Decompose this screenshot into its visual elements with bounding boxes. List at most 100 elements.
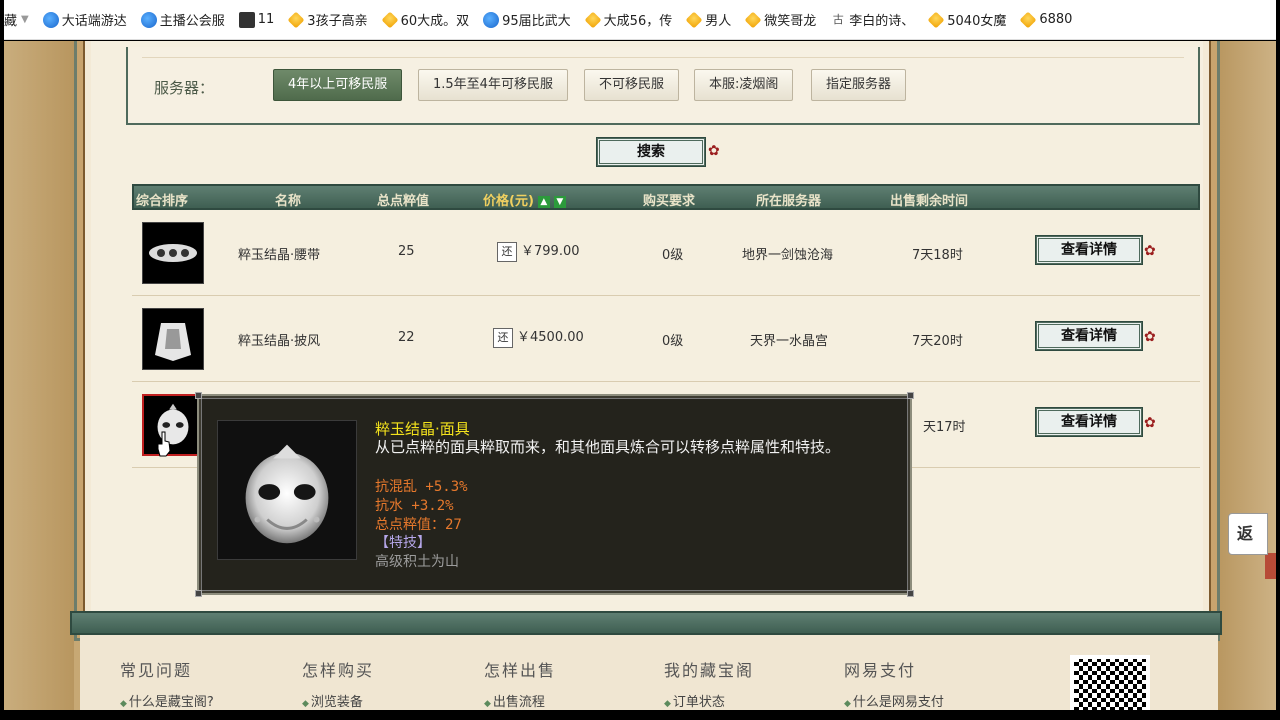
bookmarks-bar: 藏 ▼ 大话端游达 主播公会服 11 3孩子高亲 60大成。双 95届比武大 大成… [4, 0, 1276, 40]
item-requirement: 0级 [662, 248, 684, 263]
footer-link[interactable]: 订单状态 [664, 691, 754, 710]
item-server: 天界一水晶宫 [750, 334, 829, 349]
search-button[interactable]: 搜索 [597, 138, 705, 166]
bookmark-item[interactable]: 大话端游达 [42, 10, 127, 29]
bookmark-item[interactable]: 男人 [685, 10, 731, 29]
bookmark-item[interactable]: 大成56，传 [584, 10, 673, 29]
tooltip-stat: 抗混乱 +5.3% [375, 479, 468, 495]
footer-link[interactable]: 什么是藏宝阁? [120, 691, 214, 710]
bookmark-label: 大话端游达 [61, 14, 127, 29]
tooltip-title: 粹玉结晶·面具 [375, 420, 470, 438]
bookmark-label: 李白的诗、 [849, 14, 915, 29]
tooltip-stat: 抗水 +3.2% [375, 498, 454, 514]
view-details-button[interactable]: 查看详情 [1036, 322, 1142, 350]
tooltip-item-image [217, 420, 357, 560]
bookmark-label: 60大成。双 [400, 14, 470, 29]
item-thumbnail-mask[interactable] [142, 394, 204, 456]
star-icon [685, 11, 703, 28]
bookmark-label: 大成56，传 [603, 14, 673, 29]
star-icon [744, 11, 762, 28]
bookmark-item[interactable]: 5040女魔 [927, 10, 1007, 29]
bookmark-item[interactable]: 微笑哥龙 [744, 10, 817, 29]
item-name[interactable]: 粹玉结晶·腰带 [238, 244, 320, 263]
header-rank[interactable]: 综合排序 [136, 190, 188, 209]
header-price-label: 价格(元) [483, 194, 534, 209]
bookmark-label: 藏 [4, 14, 18, 29]
item-time-left: 7天20时 [912, 334, 963, 349]
server-option-1-5-to-4yr[interactable]: 1.5年至4年可移民服 [418, 69, 568, 101]
footer-heading: 怎样购买 [302, 661, 375, 680]
star-icon [287, 11, 305, 28]
footer-link[interactable]: 什么是网易支付 [844, 691, 944, 710]
footer-col-buy: 怎样购买 浏览装备 [302, 657, 374, 710]
bookmark-item[interactable]: 3孩子高亲 [287, 10, 368, 29]
bookmark-item[interactable]: 11 [238, 11, 274, 28]
star-icon [584, 11, 602, 28]
sort-up-icon[interactable]: ▲ [537, 195, 550, 208]
tooltip-skill-name: 高级积土为山 [375, 554, 459, 570]
left-background [4, 41, 74, 710]
item-server: 地界一剑蚀沧海 [742, 248, 834, 263]
footer-band [70, 611, 1222, 635]
tassel-icon: ✿ [1144, 415, 1156, 431]
item-thumbnail-belt[interactable] [142, 222, 204, 284]
bookmark-label: 6880 [1039, 12, 1073, 27]
e-browser-icon [42, 11, 59, 28]
seal-stamp [1265, 553, 1276, 579]
table-row: 粹玉结晶·披风 22 还 ￥4500.00 0级 天界一水晶宫 7天20时 查看详… [132, 296, 1200, 382]
bookmark-label: 5040女魔 [947, 14, 1007, 29]
item-points: 22 [398, 330, 415, 345]
tooltip-skill-header: 【特技】 [375, 535, 431, 551]
bookmark-label: 微笑哥龙 [764, 14, 817, 29]
qr-code-icon [1070, 655, 1150, 710]
bookmark-item[interactable]: 主播公会服 [140, 10, 225, 29]
table-header: 综合排序 名称 总点粹值 价格(元) ▲ ▼ 购买要求 所在服务器 出售剩余时间 [132, 184, 1200, 210]
server-option-current[interactable]: 本服:凌烟阁 [694, 69, 794, 101]
server-label: 服务器： [154, 79, 215, 97]
back-button[interactable]: 返 [1228, 513, 1268, 555]
view-details-button[interactable]: 查看详情 [1036, 408, 1142, 436]
item-price-value: ￥4500.00 [517, 330, 584, 345]
page: 服务器： 4年以上可移民服 1.5年至4年可移民服 不可移民服 本服:凌烟阁 指… [4, 41, 1276, 710]
item-time-left: 天17时 [923, 420, 966, 435]
sort-down-icon[interactable]: ▼ [553, 195, 566, 208]
footer-heading: 我的藏宝阁 [664, 661, 755, 680]
screen-edge [0, 710, 1280, 720]
header-points[interactable]: 总点粹值 [377, 190, 429, 209]
bookmark-item[interactable]: 古李白的诗、 [830, 10, 914, 29]
tassel-icon: ✿ [708, 143, 720, 159]
bookmark-label: 3孩子高亲 [307, 14, 368, 29]
item-thumbnail-cape[interactable] [142, 308, 204, 370]
item-price-value: ￥799.00 [521, 244, 580, 259]
header-requirement: 购买要求 [643, 194, 696, 209]
ku-icon: 古 [830, 11, 847, 28]
hand-cursor-icon [157, 431, 171, 457]
view-details-button[interactable]: 查看详情 [1036, 236, 1142, 264]
tooltip-corner [907, 392, 914, 399]
server-option-non-migrate[interactable]: 不可移民服 [584, 69, 680, 101]
footer-heading: 怎样出售 [484, 661, 557, 680]
tooltip-corner [195, 590, 202, 597]
server-option-specify[interactable]: 指定服务器 [811, 69, 907, 101]
footer-col-mine: 我的藏宝阁 订单状态 [664, 657, 754, 710]
header-price[interactable]: 价格(元) ▲ ▼ [483, 190, 566, 209]
bookmark-item[interactable]: 95届比武大 [483, 10, 571, 29]
server-option-4yr-plus[interactable]: 4年以上可移民服 [273, 69, 403, 101]
e-browser-icon [483, 11, 500, 28]
bookmark-label: 95届比武大 [502, 14, 571, 29]
right-background [1216, 41, 1276, 710]
chevron-down-icon[interactable]: ▼ [21, 14, 29, 25]
item-price: 还 ￥799.00 [497, 240, 580, 262]
footer-link[interactable]: 浏览装备 [302, 691, 374, 710]
bookmark-item[interactable]: 6880 [1019, 11, 1073, 28]
footer-col-faq: 常见问题 什么是藏宝阁? [120, 657, 214, 710]
item-name[interactable]: 粹玉结晶·披风 [238, 330, 320, 349]
bookmark-item[interactable]: 60大成。双 [381, 10, 470, 29]
footer-heading: 网易支付 [844, 661, 917, 680]
bookmark-folder[interactable]: 藏 ▼ [4, 10, 29, 29]
item-price: 还 ￥4500.00 [493, 326, 584, 348]
footer-link[interactable]: 出售流程 [484, 691, 556, 710]
item-tooltip: 粹玉结晶·面具 从已点粹的面具粹取而来，和其他面具炼合可以转移点粹属性和特技。 … [195, 392, 914, 597]
header-time-left: 出售剩余时间 [890, 194, 969, 209]
header-server: 所在服务器 [756, 194, 822, 209]
